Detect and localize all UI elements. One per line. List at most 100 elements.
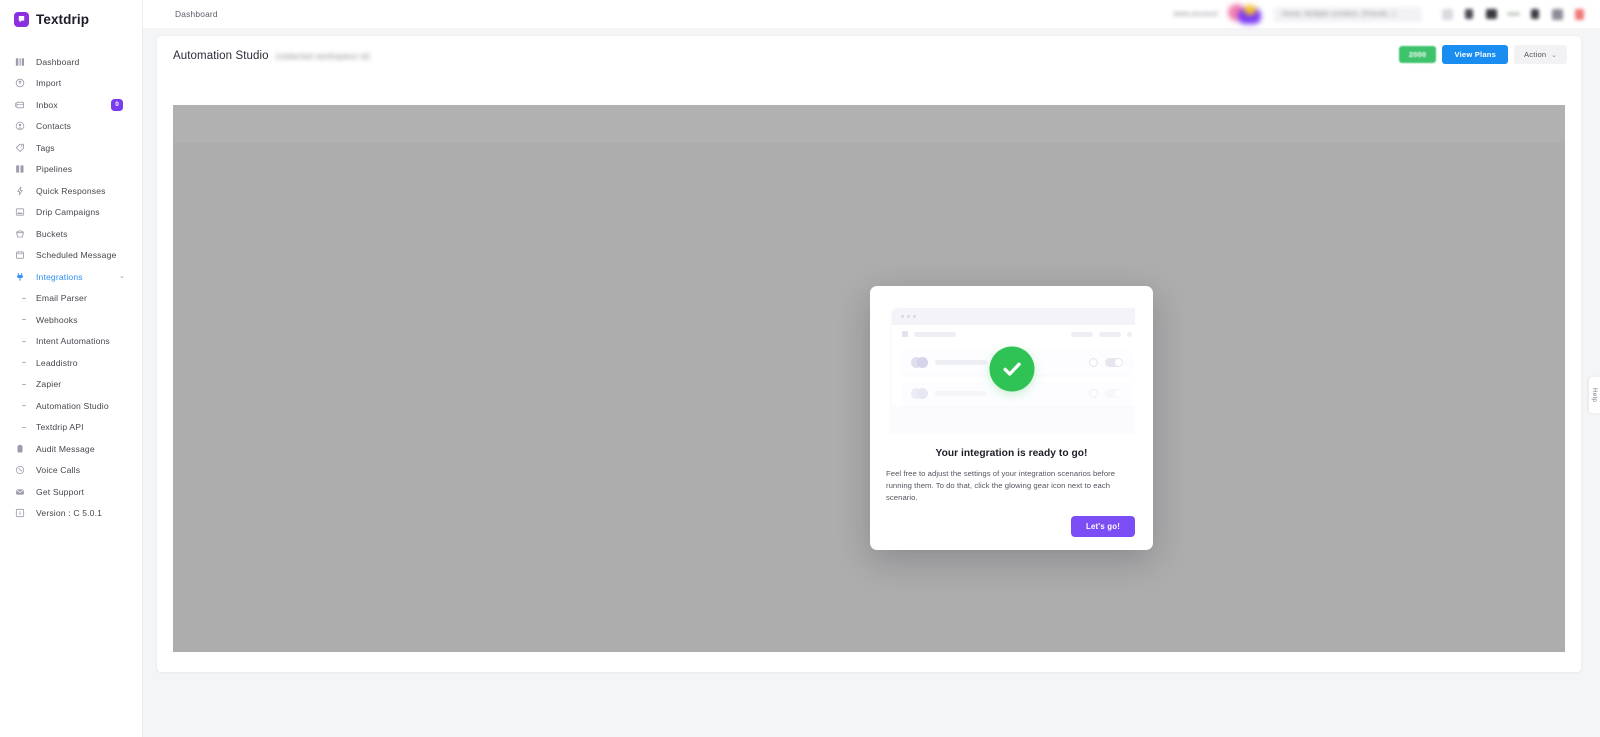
upload-icon bbox=[14, 78, 25, 89]
page-title: Automation Studio bbox=[173, 50, 269, 62]
sidebar-subitem-webhooks[interactable]: Webhooks bbox=[0, 309, 142, 331]
sidebar-item-label: Scheduled Message bbox=[36, 250, 116, 260]
account-label: www.account bbox=[1173, 11, 1218, 18]
sidebar-subitem-leaddistro[interactable]: Leaddistro bbox=[0, 352, 142, 374]
sidebar-subitem-automation-studio[interactable]: Automation Studio bbox=[0, 395, 142, 417]
modal-backdrop[interactable] bbox=[173, 105, 1565, 652]
main-area: « Dashboard www.account Home, Multiple n… bbox=[143, 0, 1600, 737]
page-header: Automation Studio (redacted workspace id… bbox=[157, 36, 1581, 76]
dialog-illustration bbox=[888, 304, 1135, 434]
sidebar-item-import[interactable]: Import bbox=[0, 73, 142, 95]
sidebar-item-label: Quick Responses bbox=[36, 186, 106, 196]
search-input[interactable]: Home, Multiple numbers. (Friends...) bbox=[1274, 7, 1422, 22]
sidebar-subitem-label: Webhooks bbox=[36, 315, 78, 325]
calendar-icon bbox=[14, 250, 25, 261]
sidebar-item-label: Pipelines bbox=[36, 164, 72, 174]
search-placeholder: Home, Multiple numbers. (Friends...) bbox=[1282, 11, 1396, 18]
sidebar-subitem-label: Zapier bbox=[36, 379, 61, 389]
top-bar: « Dashboard www.account Home, Multiple n… bbox=[143, 0, 1600, 28]
help-tab-label: Help bbox=[1591, 388, 1598, 402]
sidebar-item-label: Inbox bbox=[36, 100, 58, 110]
help-tab[interactable]: Help bbox=[1589, 377, 1600, 413]
sidebar-item-label: Drip Campaigns bbox=[36, 207, 100, 217]
dialog-title: Your integration is ready to go! bbox=[870, 448, 1153, 459]
mail-icon bbox=[14, 486, 25, 497]
phone-bar-icon[interactable] bbox=[1502, 3, 1524, 25]
bullet-icon bbox=[22, 319, 26, 320]
notification-bell-icon[interactable] bbox=[1458, 3, 1480, 25]
sidebar-item-version: Version : C 5.0.1 bbox=[0, 503, 142, 525]
credits-badge: 2000 bbox=[1399, 46, 1437, 63]
illustration-toolbar bbox=[892, 325, 1135, 343]
sidebar-item-label: Integrations bbox=[36, 272, 83, 282]
sidebar-subitem-intent-automations[interactable]: Intent Automations bbox=[0, 331, 142, 353]
sidebar-subitem-textdrip-api[interactable]: Textdrip API bbox=[0, 417, 142, 439]
sidebar-item-buckets[interactable]: Buckets bbox=[0, 223, 142, 245]
top-bar-right: www.account Home, Multiple numbers. (Fri… bbox=[1173, 0, 1590, 28]
bullet-icon bbox=[22, 341, 26, 342]
sidebar: Textdrip Dashboard Import Inbox 0 bbox=[0, 0, 143, 737]
page-header-actions: 2000 View Plans Action ⌄ bbox=[1399, 45, 1567, 64]
sidebar-item-label: Import bbox=[36, 78, 61, 88]
sidebar-item-integrations[interactable]: Integrations ⌄ bbox=[0, 266, 142, 288]
bullet-icon bbox=[22, 384, 26, 385]
clipboard-icon bbox=[14, 443, 25, 454]
integration-ready-dialog: Your integration is ready to go! Feel fr… bbox=[870, 286, 1153, 550]
inbox-icon bbox=[14, 99, 25, 110]
message-icon[interactable] bbox=[1524, 3, 1546, 25]
settings-icon[interactable] bbox=[1546, 3, 1568, 25]
dashboard-icon bbox=[14, 56, 25, 67]
bullet-icon bbox=[22, 362, 26, 363]
help-circle-icon[interactable] bbox=[1436, 3, 1458, 25]
sidebar-item-inbox[interactable]: Inbox 0 bbox=[0, 94, 142, 116]
brand-logo[interactable]: Textdrip bbox=[0, 5, 142, 33]
tag-icon bbox=[14, 142, 25, 153]
gear-icon bbox=[1089, 389, 1098, 398]
sidebar-item-dashboard[interactable]: Dashboard bbox=[0, 51, 142, 73]
sidebar-subitem-label: Leaddistro bbox=[36, 358, 78, 368]
chat-bubble-icon bbox=[14, 12, 29, 27]
plug-icon bbox=[14, 271, 25, 282]
profile-avatar-icon[interactable] bbox=[1568, 3, 1590, 25]
green-check-circle-icon bbox=[989, 347, 1034, 392]
avatar-group[interactable] bbox=[1226, 3, 1268, 25]
sidebar-item-label: Get Support bbox=[36, 487, 84, 497]
inbox-unread-badge: 0 bbox=[111, 99, 123, 111]
sidebar-item-drip-campaigns[interactable]: Drip Campaigns bbox=[0, 202, 142, 224]
toggle-switch bbox=[1105, 358, 1123, 368]
breadcrumb[interactable]: Dashboard bbox=[175, 9, 218, 19]
columns-icon bbox=[14, 164, 25, 175]
sidebar-item-scheduled-message[interactable]: Scheduled Message bbox=[0, 245, 142, 267]
apps-grid-icon[interactable] bbox=[1480, 3, 1502, 25]
sidebar-item-contacts[interactable]: Contacts bbox=[0, 116, 142, 138]
phone-icon bbox=[14, 465, 25, 476]
info-icon bbox=[14, 508, 25, 519]
sidebar-item-label: Dashboard bbox=[36, 57, 79, 67]
lets-go-button[interactable]: Let's go! bbox=[1071, 516, 1135, 537]
brand-name: Textdrip bbox=[36, 12, 89, 27]
sidebar-subitem-label: Intent Automations bbox=[36, 336, 110, 346]
sidebar-item-pipelines[interactable]: Pipelines bbox=[0, 159, 142, 181]
view-plans-button[interactable]: View Plans bbox=[1442, 45, 1508, 64]
sidebar-subitem-label: Textdrip API bbox=[36, 422, 84, 432]
sidebar-item-label: Tags bbox=[36, 143, 55, 153]
action-dropdown-label: Action bbox=[1524, 50, 1546, 59]
bolt-icon bbox=[14, 185, 25, 196]
sidebar-item-label: Voice Calls bbox=[36, 465, 80, 475]
sidebar-item-tags[interactable]: Tags bbox=[0, 137, 142, 159]
sidebar-item-audit-message[interactable]: Audit Message bbox=[0, 438, 142, 460]
sidebar-item-label: Version : C 5.0.1 bbox=[36, 508, 102, 518]
sidebar-item-label: Audit Message bbox=[36, 444, 95, 454]
sidebar-item-label: Buckets bbox=[36, 229, 68, 239]
sidebar-item-quick-responses[interactable]: Quick Responses bbox=[0, 180, 142, 202]
sidebar-item-get-support[interactable]: Get Support bbox=[0, 481, 142, 503]
bucket-icon bbox=[14, 228, 25, 239]
action-dropdown[interactable]: Action ⌄ bbox=[1514, 45, 1567, 64]
user-icon bbox=[14, 121, 25, 132]
sidebar-item-voice-calls[interactable]: Voice Calls bbox=[0, 460, 142, 482]
bullet-icon bbox=[22, 405, 26, 406]
sidebar-subitem-email-parser[interactable]: Email Parser bbox=[0, 288, 142, 310]
sidebar-subitem-zapier[interactable]: Zapier bbox=[0, 374, 142, 396]
dialog-body-text: Feel free to adjust the settings of your… bbox=[870, 459, 1153, 504]
chevron-down-icon: ⌄ bbox=[1551, 51, 1557, 59]
